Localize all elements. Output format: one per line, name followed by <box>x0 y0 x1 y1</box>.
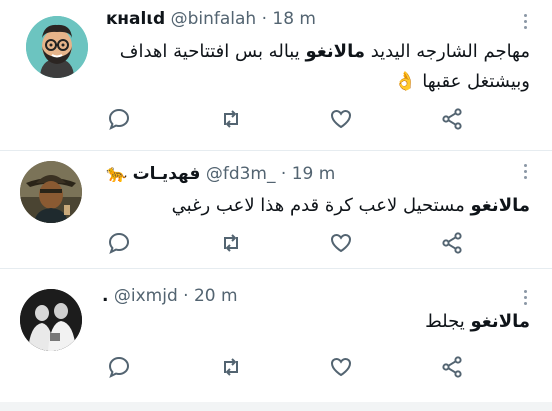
separator-dot: · <box>280 164 287 184</box>
cartoon-avatar-icon <box>26 16 88 78</box>
retweet-icon[interactable] <box>219 107 245 133</box>
timestamp[interactable]: 19 m <box>292 164 336 184</box>
retweet-icon[interactable] <box>219 355 245 381</box>
share-icon[interactable] <box>440 107 466 133</box>
display-name[interactable]: ĸнalιd <box>106 9 165 29</box>
tweet-2[interactable]: 🐆 فهديـات @fd3m_ · 19 m مالانغو مستحيل ل… <box>0 151 552 268</box>
tweet-text: مهاجم الشارجه اليديد مالانغو يباله بس اف… <box>120 37 530 97</box>
tweet-actions <box>0 107 552 133</box>
tweet-text-line-1: مالانغو يجلط <box>425 311 530 332</box>
user-handle[interactable]: @fd3m_ <box>206 164 276 184</box>
next-tweet-edge <box>0 402 552 411</box>
more-options-icon[interactable] <box>524 164 528 182</box>
tweet-1[interactable]: ĸнalιd @binfalah · 18 m مهاجم الشارجه ال… <box>0 0 552 150</box>
like-icon[interactable] <box>329 231 355 257</box>
group-photo-avatar-icon <box>20 289 82 351</box>
like-icon[interactable] <box>329 107 355 133</box>
tweet-text-line-2: وبيشتغل عقبها 👌 <box>394 71 530 92</box>
tweet-3[interactable]: . @ixmjd · 20 m مالانغو يجلط <box>0 269 552 402</box>
tweet-header: . @ixmjd · 20 m <box>102 286 238 306</box>
timestamp[interactable]: 18 m <box>272 9 316 29</box>
tweet-text-line-1: مالانغو مستحيل لاعب كرة قدم هذا لاعب رغب… <box>171 195 530 216</box>
share-icon[interactable] <box>440 231 466 257</box>
timestamp[interactable]: 20 m <box>194 286 238 306</box>
reply-icon[interactable] <box>107 107 133 133</box>
reply-icon[interactable] <box>107 355 133 381</box>
display-name[interactable]: فهديـات <box>133 164 201 184</box>
tweet-actions <box>0 355 552 381</box>
avatar[interactable] <box>20 161 82 223</box>
retweet-icon[interactable] <box>219 231 245 257</box>
tweet-actions <box>0 231 552 257</box>
separator-dot: · <box>261 9 267 29</box>
avatar[interactable] <box>20 289 82 351</box>
tweet-header: ĸнalιd @binfalah · 18 m <box>106 9 316 29</box>
avatar[interactable] <box>26 16 88 78</box>
tweet-header: 🐆 فهديـات @fd3m_ · 19 m <box>106 164 335 184</box>
user-handle[interactable]: @ixmjd <box>114 286 178 306</box>
reply-icon[interactable] <box>107 231 133 257</box>
display-name[interactable]: . <box>102 286 108 306</box>
like-icon[interactable] <box>329 355 355 381</box>
more-options-icon[interactable] <box>524 290 528 308</box>
separator-dot: · <box>183 286 189 306</box>
man-with-hat-avatar-icon <box>20 161 82 223</box>
tweet-text-line-1: مهاجم الشارجه اليديد مالانغو يباله بس اف… <box>119 41 530 62</box>
more-options-icon[interactable] <box>524 14 528 32</box>
tweet-text: مالانغو يجلط <box>425 307 530 337</box>
leopard-emoji: 🐆 <box>106 164 128 184</box>
tweet-text: مالانغو مستحيل لاعب كرة قدم هذا لاعب رغب… <box>172 191 530 221</box>
share-icon[interactable] <box>440 355 466 381</box>
user-handle[interactable]: @binfalah <box>171 9 257 29</box>
